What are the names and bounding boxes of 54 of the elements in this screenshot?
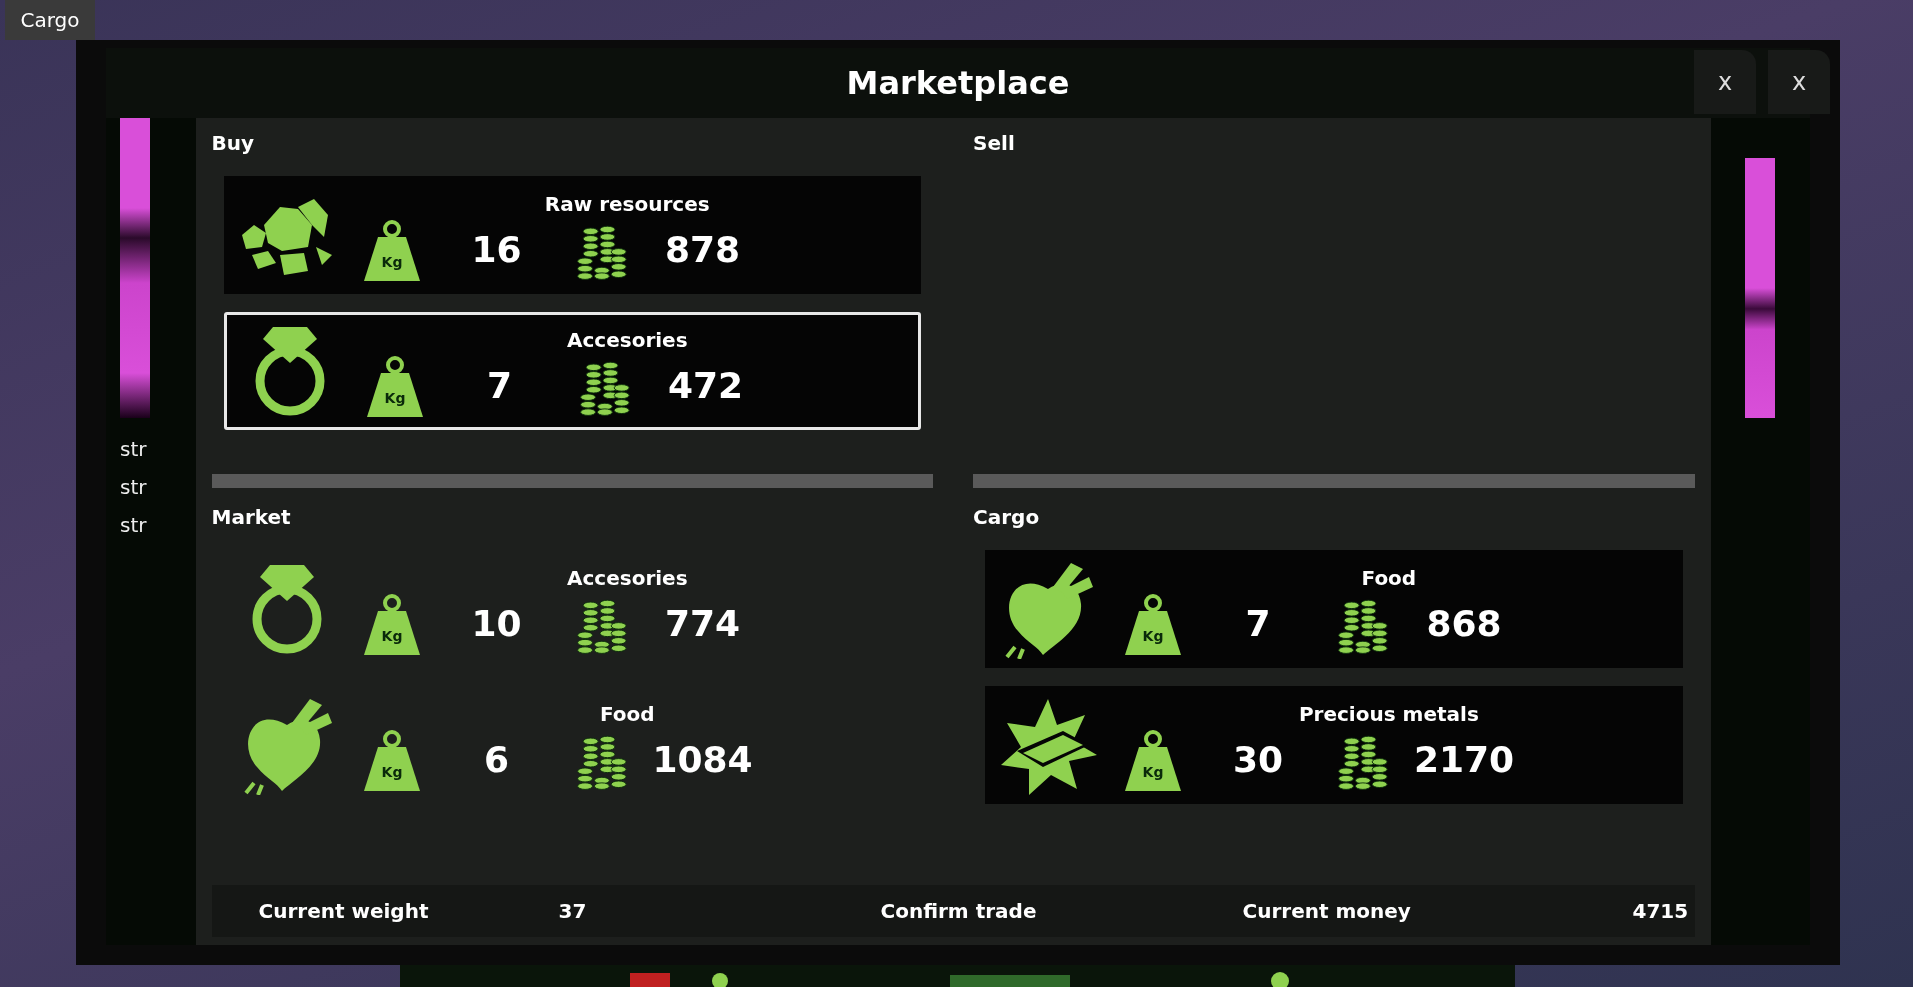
goods-card[interactable]: Accesories Kg 7 472: [223, 312, 922, 430]
goods-name: Raw resources: [544, 191, 710, 218]
goods-card[interactable]: Accesories Kg 10 774: [223, 550, 922, 668]
weight-label: Current weight: [258, 898, 430, 925]
goods-name: Food: [1361, 565, 1417, 592]
section-title: Market: [211, 504, 292, 531]
price-value: 472: [666, 364, 745, 408]
weight-icon: [363, 730, 420, 791]
money-label: Current money: [1242, 898, 1412, 925]
weight-total: 37: [558, 898, 588, 925]
section-title: Cargo: [973, 504, 1041, 531]
confirm-trade-button[interactable]: Confirm trade: [868, 890, 1049, 932]
unit-label: Kg: [1142, 628, 1164, 644]
price-value: 868: [1425, 602, 1503, 646]
goods-card[interactable]: Precious metals Kg 30 2170: [985, 686, 1683, 804]
scrollbar-thumb[interactable]: [1745, 158, 1776, 418]
price-value: 774: [663, 602, 742, 646]
weight-value: 7: [1244, 602, 1272, 646]
unit-label: Kg: [381, 254, 402, 270]
price-value: 2170: [1412, 738, 1516, 782]
window-title: Marketplace: [846, 63, 1070, 103]
unit-label: Kg: [384, 390, 405, 406]
weight-icon: [366, 356, 423, 417]
side-label: str: [120, 474, 147, 501]
weight-icon: [1125, 594, 1182, 655]
money-total: 4715: [1632, 898, 1690, 925]
scrollbar-thumb[interactable]: [120, 118, 150, 418]
price-value: 878: [663, 228, 742, 272]
weight-icon: [363, 594, 420, 655]
goods-name: Precious metals: [1298, 701, 1479, 728]
unit-label: Kg: [1142, 764, 1164, 780]
goods-card[interactable]: Food Kg 7 868: [985, 550, 1683, 668]
weight-icon: [363, 220, 420, 281]
goods-name: Food: [599, 701, 655, 728]
weight-icon: [1125, 730, 1182, 791]
weight-value: 7: [485, 364, 514, 408]
section-title: Sell: [973, 130, 1016, 157]
unit-label: Kg: [381, 628, 402, 644]
goods-card[interactable]: Food Kg 6 1084: [223, 686, 922, 804]
weight-value: 30: [1232, 738, 1285, 782]
goods-card[interactable]: Raw resources Kg 16 878: [223, 176, 922, 294]
price-value: 1084: [651, 738, 754, 782]
weight-value: 10: [470, 602, 523, 646]
side-label: str: [120, 436, 147, 463]
cargo-button[interactable]: Cargo: [5, 0, 95, 40]
section-title: Buy: [211, 130, 256, 157]
close-button[interactable]: x: [1768, 50, 1830, 114]
goods-name: Accesories: [567, 565, 688, 592]
unit-label: Kg: [381, 764, 402, 780]
side-label: str: [120, 512, 147, 539]
close-button[interactable]: x: [1694, 50, 1756, 114]
weight-value: 16: [470, 228, 523, 272]
weight-value: 6: [482, 738, 511, 782]
goods-name: Accesories: [567, 327, 688, 354]
